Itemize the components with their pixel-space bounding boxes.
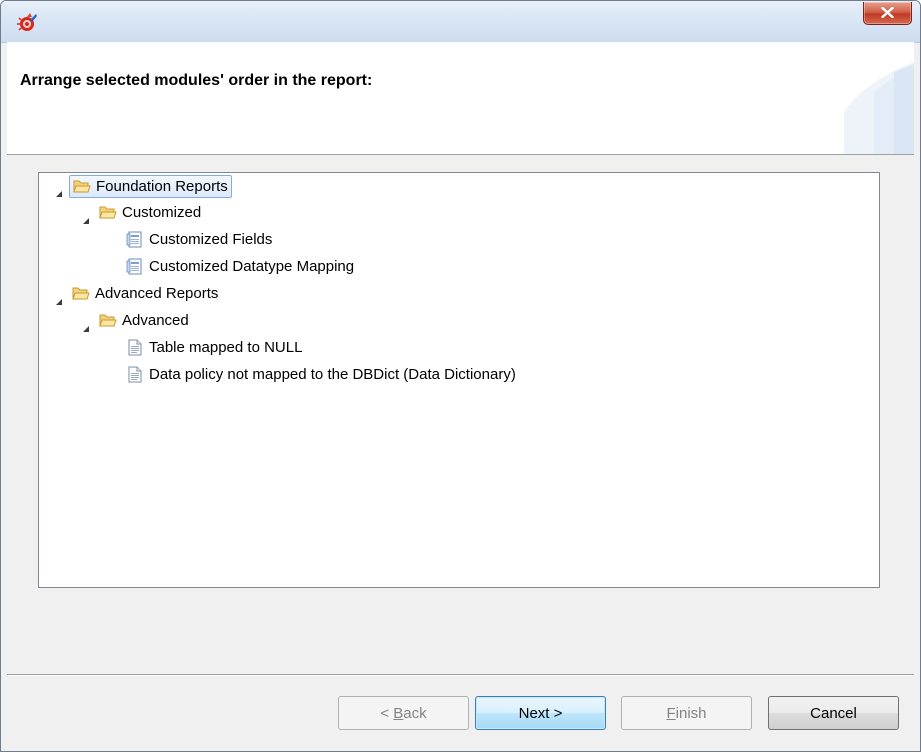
tree-node-label: Advanced Reports bbox=[95, 285, 219, 302]
tree-node-content[interactable]: Customized bbox=[96, 202, 204, 224]
expand-collapse-icon[interactable] bbox=[82, 210, 90, 224]
tree-node-label: Data policy not mapped to the DBDict (Da… bbox=[149, 366, 516, 383]
finish-button[interactable]: Finish bbox=[621, 696, 752, 730]
expand-collapse-icon[interactable] bbox=[55, 183, 63, 197]
tree-node-label: Foundation Reports bbox=[96, 178, 228, 195]
back-button-prefix: < bbox=[380, 705, 394, 722]
close-button[interactable] bbox=[863, 2, 912, 25]
tree-node-content[interactable]: Table mapped to NULL bbox=[123, 337, 305, 359]
tree-node-label: Customized Datatype Mapping bbox=[149, 258, 355, 275]
next-button[interactable]: Next > bbox=[475, 696, 606, 730]
tree-node-content[interactable]: Customized Datatype Mapping bbox=[123, 256, 357, 278]
wizard-window: Arrange selected modules' order in the r… bbox=[0, 0, 921, 752]
folder-open-icon bbox=[99, 312, 117, 329]
tree-node-content[interactable]: Advanced bbox=[96, 310, 192, 332]
tree-node-label: Advanced bbox=[122, 312, 189, 329]
document-icon bbox=[126, 339, 144, 356]
tree-node-report-doc[interactable]: Customized Datatype Mapping bbox=[109, 256, 859, 280]
back-button-mnemonic: B bbox=[393, 705, 404, 722]
folder-open-icon bbox=[72, 285, 90, 302]
document-icon bbox=[126, 366, 144, 383]
expand-collapse-icon[interactable] bbox=[55, 291, 63, 305]
tree-node-document[interactable]: Table mapped to NULL bbox=[109, 337, 859, 361]
report-icon bbox=[126, 231, 144, 248]
tree-node-document[interactable]: Data policy not mapped to the DBDict (Da… bbox=[109, 364, 859, 388]
finish-button-label: inish bbox=[675, 705, 707, 722]
module-order-tree[interactable]: Foundation Reports Customized Customized F… bbox=[38, 172, 880, 588]
app-icon bbox=[17, 13, 37, 31]
wizard-header: Arrange selected modules' order in the r… bbox=[7, 42, 914, 155]
header-banner-graphic bbox=[844, 62, 914, 154]
tree-node-label: Customized Fields bbox=[149, 231, 273, 248]
close-icon bbox=[881, 7, 894, 18]
button-bar-separator bbox=[7, 674, 914, 676]
tree-node-content[interactable]: Customized Fields bbox=[123, 229, 275, 251]
finish-button-mnemonic: F bbox=[666, 705, 676, 722]
expand-collapse-icon[interactable] bbox=[82, 318, 90, 332]
tree-node-folder[interactable]: Customized bbox=[82, 202, 859, 226]
tree-node-content[interactable]: Advanced Reports bbox=[69, 283, 221, 305]
tree-node-folder[interactable]: Advanced bbox=[82, 310, 859, 334]
tree-node-label: Table mapped to NULL bbox=[149, 339, 303, 356]
folder-open-icon bbox=[73, 178, 91, 195]
report-icon bbox=[126, 258, 144, 275]
next-button-label: Next > bbox=[518, 705, 563, 722]
tree-node-report-doc[interactable]: Customized Fields bbox=[109, 229, 859, 253]
back-button[interactable]: < Back bbox=[338, 696, 469, 730]
back-button-label: ack bbox=[403, 705, 427, 722]
cancel-button-label: Cancel bbox=[810, 705, 857, 722]
tree-node-content[interactable]: Foundation Reports bbox=[69, 175, 232, 198]
tree-node-folder[interactable]: Foundation Reports bbox=[55, 175, 859, 199]
tree-node-folder[interactable]: Advanced Reports bbox=[55, 283, 859, 307]
tree-node-content[interactable]: Data policy not mapped to the DBDict (Da… bbox=[123, 364, 519, 386]
title-bar bbox=[1, 1, 920, 43]
cancel-button[interactable]: Cancel bbox=[768, 696, 899, 730]
page-title: Arrange selected modules' order in the r… bbox=[20, 72, 373, 89]
folder-open-icon bbox=[99, 204, 117, 221]
tree-node-label: Customized bbox=[122, 204, 202, 221]
